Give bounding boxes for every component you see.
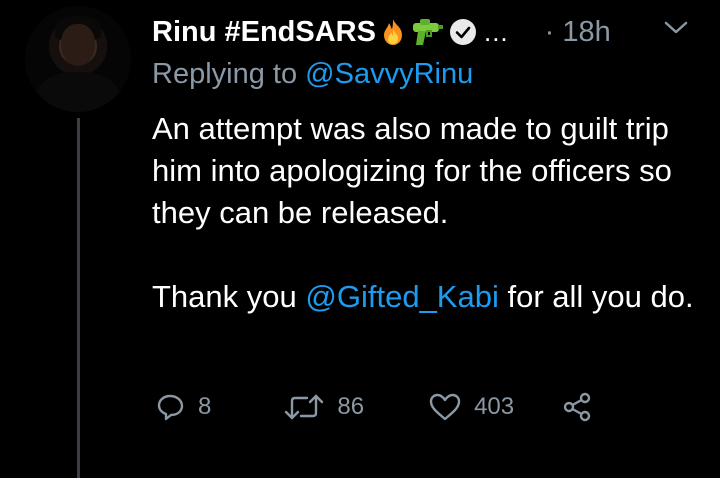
reply-icon	[157, 394, 184, 421]
reply-count: 8	[198, 393, 212, 420]
retweet-button[interactable]: 86	[283, 392, 364, 422]
tweet-text: An attempt was also made to guilt trip h…	[152, 108, 697, 318]
time-value: 18h	[562, 15, 611, 48]
mention-link[interactable]: @Gifted_Kabi	[305, 279, 498, 314]
share-button[interactable]	[562, 392, 592, 422]
replying-to-line: Replying to @SavvyRinu	[152, 58, 473, 91]
retweet-count: 86	[337, 393, 365, 420]
tweet-time[interactable]: · 18h	[545, 16, 611, 49]
thread-line	[77, 118, 80, 478]
author-name[interactable]: Rinu #EndSARS	[152, 16, 376, 49]
author-avatar[interactable]	[25, 6, 131, 112]
like-button[interactable]: 403	[428, 392, 514, 422]
verified-badge-icon	[449, 19, 476, 45]
reply-button[interactable]: 8	[156, 392, 211, 422]
tweet-paragraph-2: Thank you @Gifted_Kabi for all you do.	[152, 276, 697, 318]
tweet-actions: 8 86 403	[156, 392, 592, 422]
replying-prefix: Replying to	[152, 58, 298, 90]
avatar-body	[35, 72, 121, 112]
heart-icon	[429, 393, 461, 421]
fire-emoji-icon	[378, 17, 408, 47]
thanks-text: Thank you	[152, 279, 297, 314]
replying-handle-link[interactable]: @SavvyRinu	[305, 58, 473, 90]
water-pistol-emoji-icon	[410, 17, 444, 47]
tweet-paragraph-1: An attempt was also made to guilt trip h…	[152, 111, 672, 230]
tweet-header: Rinu #EndSARS ... · 18h	[152, 12, 611, 52]
name-ellipsis: ...	[483, 16, 509, 47]
closing-text: for all you do.	[507, 279, 694, 314]
retweet-icon	[285, 394, 324, 420]
like-count: 403	[474, 393, 515, 420]
share-icon	[563, 392, 591, 422]
avatar-face	[61, 24, 95, 66]
chevron-down-icon[interactable]	[662, 18, 690, 43]
